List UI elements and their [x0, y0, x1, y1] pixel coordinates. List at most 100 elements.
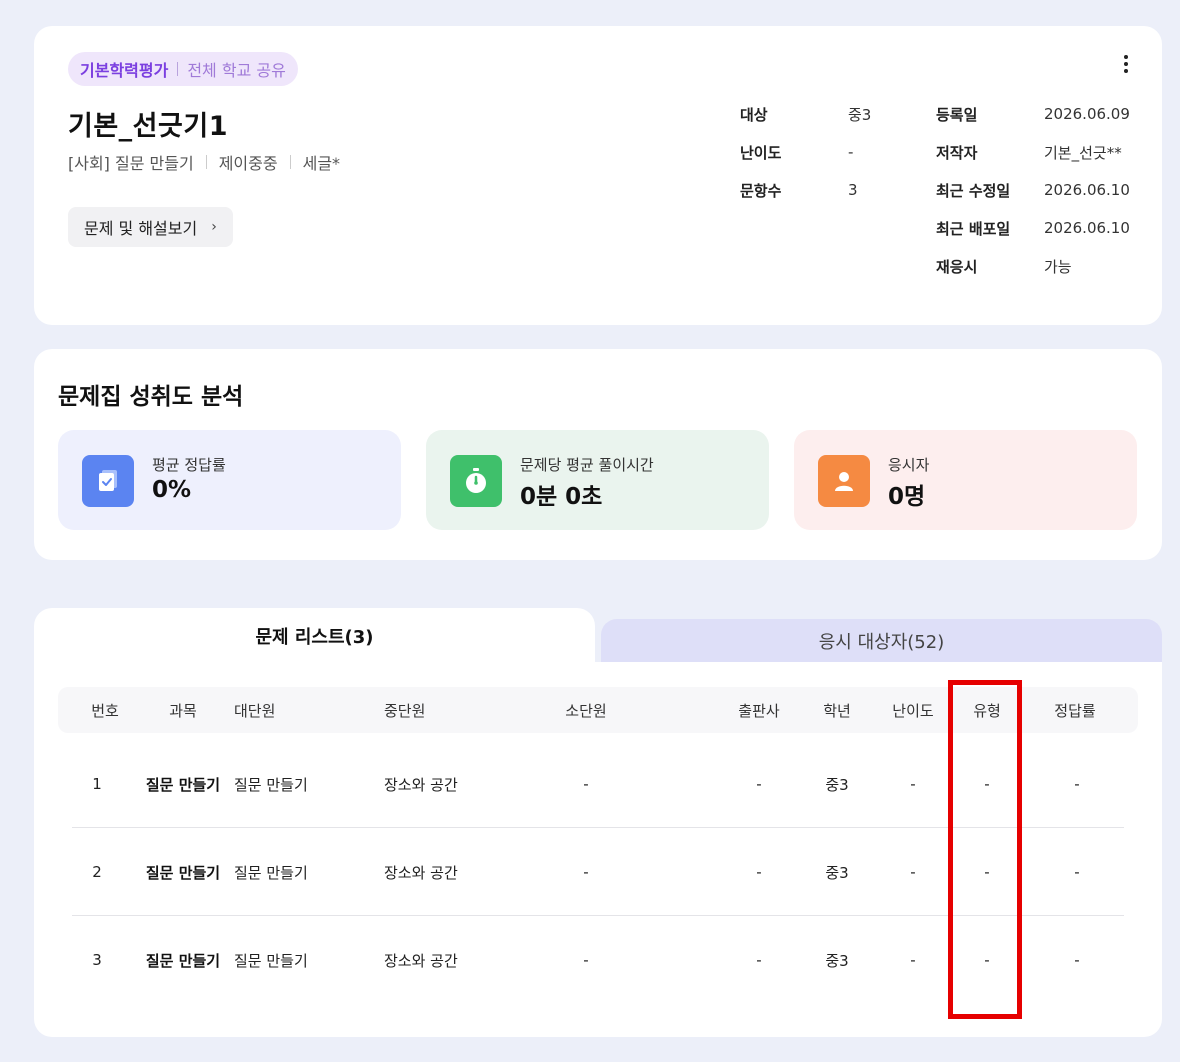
meta-right: 등록일 2026.06.09 저작자 기본_선긋** 최근 수정일 2026.0… — [936, 95, 1130, 285]
meta-value: 가능 — [1044, 257, 1072, 276]
row-publisher: - — [756, 775, 762, 793]
stat-value: 0분 0초 — [520, 484, 603, 510]
view-questions-button[interactable]: 문제 및 해설보기 › — [68, 207, 233, 247]
stat-accuracy: 평균 정답률 0% — [58, 430, 401, 530]
stat-label: 문제당 평균 풀이시간 — [520, 456, 654, 474]
meta-value: 2026.06.10 — [1044, 181, 1130, 199]
table-row[interactable]: 3 질문 만들기 질문 만들기 장소와 공간 - - 중3 - - - — [58, 916, 1138, 1004]
meta-row: 저작자 기본_선긋** — [936, 133, 1130, 171]
table-row[interactable]: 1 질문 만들기 질문 만들기 장소와 공간 - - 중3 - - - — [58, 740, 1138, 828]
row-major-unit: 질문 만들기 — [234, 863, 308, 882]
badge-divider — [177, 62, 179, 76]
column-header: 중단원 — [384, 701, 426, 720]
meta-label: 재응시 — [936, 257, 978, 276]
badge-share-scope: 전체 학교 공유 — [187, 61, 286, 80]
column-header: 정답률 — [1054, 701, 1096, 720]
meta-value: 2026.06.09 — [1044, 105, 1130, 123]
stat-label: 응시자 — [888, 456, 930, 474]
meta-label: 대상 — [740, 105, 768, 124]
row-subject: 질문 만들기 — [145, 951, 221, 970]
meta-label: 최근 수정일 — [936, 181, 1011, 200]
row-grade: 중3 — [825, 775, 849, 794]
row-type: - — [984, 775, 990, 793]
column-header: 학년 — [823, 701, 851, 720]
meta-row: 대상 중3 — [740, 95, 871, 133]
stat-label: 평균 정답률 — [152, 456, 226, 474]
row-major-unit: 질문 만들기 — [234, 775, 308, 794]
column-header: 난이도 — [892, 701, 934, 720]
column-header: 과목 — [169, 701, 197, 720]
meta-row: 문항수 3 — [740, 171, 871, 209]
achievement-analysis-card: 문제집 성취도 분석 평균 정답률 0% 문제당 평균 풀이시간 0분 0초 응… — [34, 349, 1162, 560]
workbook-info-card: 기본학력평가 전체 학교 공유 기본_선긋기1 [사회] 질문 만들기 제이중중… — [34, 26, 1162, 325]
row-difficulty: - — [910, 863, 916, 881]
meta-label: 저작자 — [936, 143, 978, 162]
table-header: 번호 과목 대단원 중단원 소단원 출판사 학년 난이도 유형 정답률 — [58, 687, 1138, 733]
meta-row: 최근 배포일 2026.06.10 — [936, 209, 1130, 247]
meta-row: 최근 수정일 2026.06.10 — [936, 171, 1130, 209]
meta-row: 재응시 가능 — [936, 247, 1130, 285]
meta-value: 3 — [848, 181, 858, 199]
row-major-unit: 질문 만들기 — [234, 951, 308, 970]
meta-row: 난이도 - — [740, 133, 871, 171]
row-subject: 질문 만들기 — [145, 775, 221, 794]
row-publisher: - — [756, 863, 762, 881]
column-header: 소단원 — [565, 701, 607, 720]
meta-value: - — [848, 143, 854, 161]
page-title: 기본_선긋기1 — [68, 111, 228, 142]
row-number: 2 — [92, 863, 102, 881]
stat-examinees: 응시자 0명 — [794, 430, 1137, 530]
meta-value: 기본_선긋** — [1044, 143, 1122, 162]
row-minor-unit: - — [583, 775, 589, 793]
column-header: 출판사 — [738, 701, 780, 720]
row-type: - — [984, 863, 990, 881]
tag-school: 제이중중 — [218, 154, 278, 173]
stat-avg-time: 문제당 평균 풀이시간 0분 0초 — [426, 430, 769, 530]
row-minor-unit: - — [583, 863, 589, 881]
badge-category: 기본학력평가 — [80, 61, 169, 80]
question-list-card: 문제 리스트(3) 응시 대상자(52) 번호 과목 대단원 중단원 소단원 출… — [34, 608, 1162, 1037]
row-number: 1 — [92, 775, 102, 793]
document-check-icon — [82, 455, 134, 507]
column-header: 번호 — [91, 701, 119, 720]
row-type: - — [984, 951, 990, 969]
column-header: 유형 — [973, 701, 1001, 720]
stat-value: 0명 — [888, 484, 926, 510]
row-accuracy: - — [1074, 775, 1080, 793]
meta-label: 문항수 — [740, 181, 782, 200]
tab-question-list[interactable]: 문제 리스트(3) — [34, 608, 595, 668]
row-grade: 중3 — [825, 863, 849, 882]
meta-value: 중3 — [848, 105, 872, 124]
tag-subject: [사회] 질문 만들기 — [68, 154, 194, 173]
row-minor-unit: - — [583, 951, 589, 969]
row-accuracy: - — [1074, 863, 1080, 881]
row-number: 3 — [92, 951, 102, 969]
meta-value: 2026.06.10 — [1044, 219, 1130, 237]
meta-label: 난이도 — [740, 143, 782, 162]
meta-row: 등록일 2026.06.09 — [936, 95, 1130, 133]
column-header: 대단원 — [234, 701, 276, 720]
row-middle-unit: 장소와 공간 — [384, 775, 458, 794]
meta-label: 최근 배포일 — [936, 219, 1011, 238]
tag-divider — [205, 155, 207, 169]
meta-left: 대상 중3 난이도 - 문항수 3 — [740, 95, 871, 209]
row-middle-unit: 장소와 공간 — [384, 863, 458, 882]
view-questions-label: 문제 및 해설보기 — [84, 219, 198, 238]
tag-divider — [289, 155, 291, 169]
table-row[interactable]: 2 질문 만들기 질문 만들기 장소와 공간 - - 중3 - - - — [58, 828, 1138, 916]
more-options-icon[interactable] — [1116, 54, 1136, 74]
row-subject: 질문 만들기 — [145, 863, 221, 882]
meta-label: 등록일 — [936, 105, 978, 124]
tab-examinees[interactable]: 응시 대상자(52) — [601, 619, 1162, 663]
share-badge: 기본학력평가 전체 학교 공유 — [68, 52, 298, 86]
row-publisher: - — [756, 951, 762, 969]
tag-author: 세글* — [302, 154, 341, 173]
section-title: 문제집 성취도 분석 — [58, 384, 244, 410]
stat-value: 0% — [152, 477, 192, 503]
stopwatch-icon — [450, 455, 502, 507]
row-difficulty: - — [910, 775, 916, 793]
row-difficulty: - — [910, 951, 916, 969]
question-table: 번호 과목 대단원 중단원 소단원 출판사 학년 난이도 유형 정답률 1 질문… — [34, 662, 1162, 1037]
row-middle-unit: 장소와 공간 — [384, 951, 458, 970]
person-icon — [818, 455, 870, 507]
